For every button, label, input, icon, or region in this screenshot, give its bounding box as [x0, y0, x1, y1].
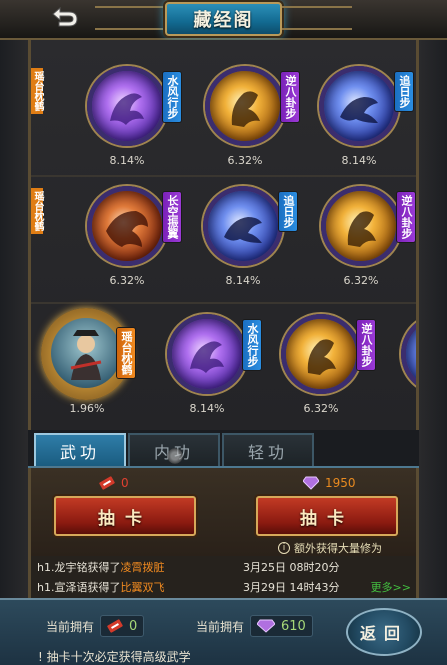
left-rail	[0, 40, 28, 598]
ticket-icon	[107, 619, 123, 633]
tab-wugong[interactable]: 武功	[34, 433, 126, 466]
info-icon: i	[278, 542, 290, 554]
partial-card-tag: 瑶台枕鹤	[31, 188, 43, 234]
skill-card[interactable]: 逆八卦步 6.32%	[275, 314, 381, 426]
skill-name-tag: 水风行步	[243, 320, 261, 370]
drop-rate: 6.32%	[303, 402, 339, 415]
skill-name-tag: 追日步	[395, 72, 413, 111]
drop-rate: 6.32%	[109, 274, 145, 287]
back-arrow-icon	[52, 7, 78, 27]
guarantee-notice: ! 抽卡十次必定获得高级武学	[38, 650, 191, 664]
drop-rate: 1.96%	[69, 402, 105, 415]
owned-tickets: 当前拥有 0	[46, 614, 145, 638]
skill-card[interactable]: 水风行步 8.14%	[81, 66, 187, 178]
draw-card-button-single[interactable]: 抽卡	[54, 496, 196, 536]
page-title: 藏经阁	[193, 10, 254, 31]
drop-rate: 8.14%	[109, 154, 145, 167]
skill-card[interactable]: 水风行步 8.14%	[161, 314, 267, 426]
log-item: 凌霄拨脏	[120, 561, 165, 574]
skill-orb-icon	[87, 186, 167, 266]
skill-orb-icon	[87, 66, 167, 146]
log-entry: h1.宣泽语获得了 比翼双飞 3月29日 14时43分 更多>>	[37, 578, 417, 596]
right-draw-cost: 1950	[303, 476, 356, 490]
skill-card[interactable]: 瑶台枕鹤 1.96%	[41, 308, 147, 426]
skill-orb-icon	[205, 66, 285, 146]
skill-name-tag: 追日步	[279, 192, 297, 231]
right-cost-value: 1950	[325, 476, 356, 490]
owned-tickets-value: 0	[129, 618, 138, 634]
right-rail	[419, 40, 447, 598]
draw-log: h1.龙宇铭获得了 凌霄拨脏 3月25日 08时20分 h1.宣泽语获得了 比翼…	[28, 556, 419, 598]
owned-tickets-box: 0	[100, 615, 145, 637]
tab-qinggong[interactable]: 轻功	[222, 433, 314, 466]
log-entry: h1.龙宇铭获得了 凌霄拨脏 3月25日 08时20分	[37, 558, 417, 576]
log-date: 3月25日 08时20分	[243, 561, 340, 574]
skill-orb-icon	[401, 314, 416, 394]
log-player: h1.龙宇铭获得了	[37, 561, 121, 574]
left-cost-value: 0	[121, 476, 129, 490]
tab-neigong[interactable]: 内功	[128, 433, 220, 466]
skill-name-tag: 瑶台枕鹤	[117, 328, 135, 378]
gem-icon	[303, 476, 319, 490]
drop-rate: 8.14%	[341, 154, 377, 167]
skill-name-tag: 逆八卦步	[397, 192, 415, 242]
skill-card[interactable]: 逆八卦步 6.32%	[199, 66, 305, 178]
gem-icon	[257, 619, 276, 633]
owned-label: 当前拥有	[196, 619, 245, 634]
return-button[interactable]: 返回	[346, 608, 422, 656]
ticket-icon	[99, 476, 115, 490]
row-divider	[31, 302, 416, 304]
category-tabs: 武功 内功 轻功	[28, 430, 419, 468]
log-item: 比翼双飞	[120, 581, 165, 594]
drop-rate: 6.32%	[343, 274, 379, 287]
draw-section: 0 1950 抽卡 抽卡 i 额外获得大量修为	[28, 468, 419, 556]
more-link[interactable]: 更多>>	[371, 579, 411, 595]
bonus-tip-text: 额外获得大量修为	[294, 542, 382, 555]
skill-name-tag: 长空振翼	[163, 192, 181, 242]
page-title-plate: 藏经阁	[165, 2, 282, 36]
skill-name-tag: 逆八卦步	[281, 72, 299, 122]
back-button[interactable]	[44, 4, 84, 32]
drop-rate: 8.14%	[189, 402, 225, 415]
hero-portrait-icon	[51, 318, 121, 388]
skill-orb-icon	[203, 186, 283, 266]
log-player: h1.宣泽语获得了	[37, 581, 121, 594]
skill-orb-icon	[167, 314, 247, 394]
drop-rate: 6.32%	[227, 154, 263, 167]
skill-card[interactable]: 长空振翼 6.32%	[81, 186, 187, 298]
log-date: 3月29日 14时43分	[243, 581, 340, 594]
skill-orb-icon	[281, 314, 361, 394]
skill-name-tag: 逆八卦步	[357, 320, 375, 370]
drop-rate: 8.14%	[225, 274, 261, 287]
header-ornament-right	[282, 6, 352, 30]
skill-card[interactable]: 逆八卦步 6.32%	[315, 186, 416, 298]
title-bar: 藏经阁	[0, 0, 447, 40]
left-draw-cost: 0	[99, 476, 129, 490]
skill-orb-icon	[319, 66, 399, 146]
owned-gems: 当前拥有 610	[196, 614, 313, 638]
draw-card-button-premium[interactable]: 抽卡	[256, 496, 398, 536]
skill-card-grid[interactable]: 瑶台枕鹤 瑶台枕鹤 水风行步 8.14% 逆八卦步 6.32% 追日步 8.14…	[28, 40, 419, 430]
owned-label: 当前拥有	[46, 619, 95, 634]
bottom-bar: 当前拥有 0 当前拥有 610 ! 抽卡十次必定获得高级武学 返回	[0, 598, 447, 665]
skill-card[interactable]: 追日步 8.14%	[197, 186, 303, 298]
bonus-tip: i 额外获得大量修为	[278, 540, 382, 556]
skill-orb-icon	[321, 186, 401, 266]
owned-gems-box: 610	[250, 615, 313, 637]
owned-gems-value: 610	[281, 618, 306, 634]
partial-card-tag: 瑶台枕鹤	[31, 68, 43, 114]
skill-card-partial[interactable]	[395, 314, 416, 426]
skill-card[interactable]: 追日步 8.14%	[313, 66, 416, 178]
skill-name-tag: 水风行步	[163, 72, 181, 122]
header-ornament-left	[95, 6, 165, 30]
